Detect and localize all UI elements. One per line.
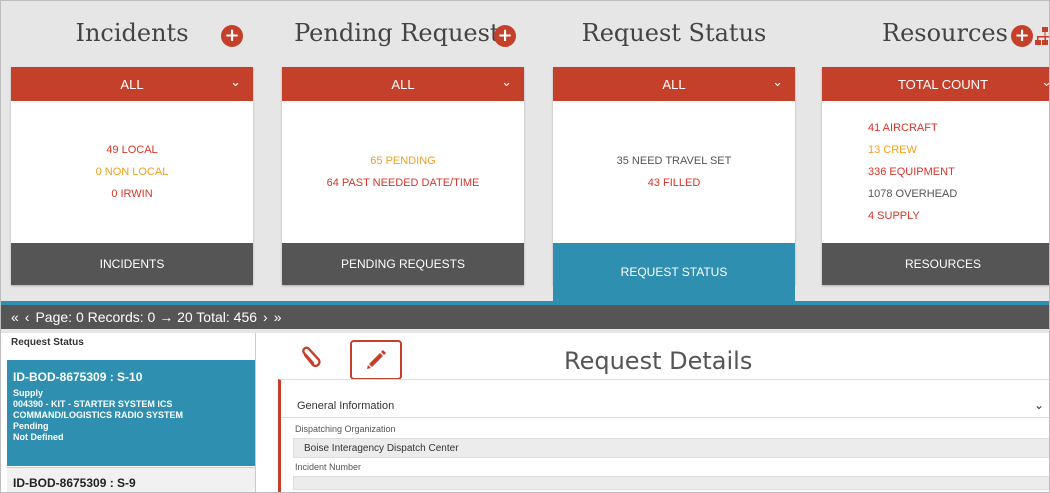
equipment-count[interactable]: 336 EQUIPMENT [868,161,955,183]
request-desc-line2: COMMAND/LOGISTICS RADIO SYSTEM [13,410,184,420]
request-list-panel: Request Status ID-BOD-8675309 : S-10 Sup… [1,333,256,492]
attachment-button[interactable] [290,341,330,377]
chevron-down-icon: ⌄ [1041,75,1049,90]
app-frame: Incidents + ALL ⌄ 49 LOCAL 0 NON LOCAL 0… [0,0,1050,493]
first-page-button[interactable]: « [11,309,19,325]
general-info-header[interactable]: General Information ⌄ [281,380,1049,418]
status-title: Request Status [581,19,767,47]
pending-filter-dropdown[interactable]: ALL ⌄ [282,67,524,101]
incidents-filter-label: ALL [120,76,144,92]
overhead-count[interactable]: 1078 OVERHEAD [868,183,957,205]
add-resource-icon[interactable]: + [1011,25,1033,47]
chevron-down-icon: ⌄ [230,75,241,90]
pending-filter-label: ALL [391,76,415,92]
chevron-down-icon: ⌄ [501,75,512,90]
pending-requests-tab[interactable]: PENDING REQUESTS [282,243,524,285]
incidents-card: ALL ⌄ 49 LOCAL 0 NON LOCAL 0 IRWIN INCID… [11,67,253,285]
resources-filter-dropdown[interactable]: TOTAL COUNT ⌄ [822,67,1049,101]
status-card: ALL ⌄ 35 NEED TRAVEL SET 43 FILLED REQUE… [553,67,795,301]
incidents-irwin[interactable]: 0 IRWIN [111,183,152,205]
resources-summary: 41 AIRCRAFT 13 CREW 336 EQUIPMENT 1078 O… [822,101,1049,243]
details-title: Request Details [564,347,753,375]
incidents-tab[interactable]: INCIDENTS [11,243,253,285]
incidents-summary: 49 LOCAL 0 NON LOCAL 0 IRWIN [11,101,253,243]
paperclip-icon [302,346,321,368]
org-chart-icon[interactable] [1034,25,1049,47]
add-incident-icon[interactable]: + [221,25,243,47]
request-category: Supply [13,388,44,398]
chevron-down-icon: ⌄ [772,75,783,90]
request-item[interactable]: ID-BOD-8675309 : S-9 [7,467,255,492]
resources-card: TOTAL COUNT ⌄ 41 AIRCRAFT 13 CREW 336 EQ… [822,67,1049,285]
status-filter-label: ALL [662,76,686,92]
request-id: ID-BOD-8675309 : S-10 [13,370,143,384]
aircraft-count[interactable]: 41 AIRCRAFT [868,117,938,139]
pending-title: Pending Requests [294,19,512,47]
last-page-button[interactable]: » [274,309,282,325]
request-status: Pending [13,421,49,431]
incidents-title: Incidents [75,19,189,47]
pending-card: ALL ⌄ 65 PENDING 64 PAST NEEDED DATE/TIM… [282,67,524,285]
pencil-icon [367,350,386,369]
dashboard: Incidents + ALL ⌄ 49 LOCAL 0 NON LOCAL 0… [1,1,1049,301]
crew-count[interactable]: 13 CREW [868,139,917,161]
request-item-selected[interactable]: ID-BOD-8675309 : S-10 Supply 004390 - KI… [7,360,255,466]
request-details-panel: Request Details General Information ⌄ Di… [256,333,1049,492]
dispatch-org-field[interactable]: Boise Interagency Dispatch Center [293,438,1049,458]
status-summary: 35 NEED TRAVEL SET 43 FILLED [553,101,795,243]
incidents-local[interactable]: 49 LOCAL [106,139,157,161]
chevron-down-icon: ⌄ [1033,398,1044,412]
resources-filter-label: TOTAL COUNT [897,76,989,92]
incident-number-label: Incident Number [295,462,362,472]
request-list-title: Request Status [11,337,84,348]
request-status-tab[interactable]: REQUEST STATUS [553,243,795,301]
pager-status: Page: 0 Records: 0 → 20 Total: 456 [35,309,258,325]
dispatch-org-label: Dispatching Organization [295,424,396,434]
incidents-non-local[interactable]: 0 NON LOCAL [96,161,169,183]
request-extra: Not Defined [13,432,64,442]
general-info-label: General Information [297,400,395,412]
pending-summary: 65 PENDING 64 PAST NEEDED DATE/TIME [282,101,524,243]
edit-button[interactable] [350,340,402,380]
pager-bar: « ‹ Page: 0 Records: 0 → 20 Total: 456 ›… [1,301,1049,329]
pending-count[interactable]: 65 PENDING [370,150,435,172]
add-request-icon[interactable]: + [494,25,516,47]
status-filter-dropdown[interactable]: ALL ⌄ [553,67,795,101]
need-travel-count[interactable]: 35 NEED TRAVEL SET [617,150,732,172]
request-id: ID-BOD-8675309 : S-9 [13,476,136,490]
general-info-section: General Information ⌄ Dispatching Organi… [278,379,1049,492]
prev-page-button[interactable]: ‹ [25,309,30,325]
next-page-button[interactable]: › [263,309,268,325]
resources-tab[interactable]: RESOURCES [822,243,1049,285]
past-needed-count[interactable]: 64 PAST NEEDED DATE/TIME [327,172,480,194]
request-desc-line1: 004390 - KIT - STARTER SYSTEM ICS [13,399,173,409]
incident-number-field[interactable] [293,476,1049,490]
filled-count[interactable]: 43 FILLED [648,172,701,194]
supply-count[interactable]: 4 SUPPLY [868,205,920,227]
incidents-filter-dropdown[interactable]: ALL ⌄ [11,67,253,101]
